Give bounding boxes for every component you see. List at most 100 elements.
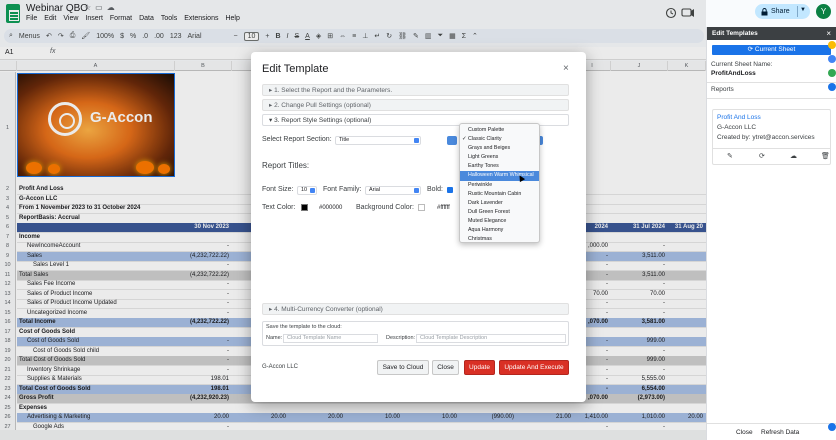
section-multi-currency[interactable]: ▸ 4. Multi-Currency Converter (optional)	[262, 303, 569, 315]
share-divider	[797, 6, 798, 17]
palette-option[interactable]: Muted Elegance	[460, 217, 539, 226]
avatar[interactable]: Y	[816, 4, 831, 19]
refresh-icon: ⟳	[747, 46, 755, 53]
report-titles-heading: Report Titles:	[262, 161, 310, 170]
app-window: Webinar QBO ☆▭☁ File Edit View Insert Fo…	[0, 0, 836, 440]
tasks-icon[interactable]	[828, 69, 836, 77]
lock-icon	[761, 7, 768, 15]
current-sheet-name-label: Current Sheet Name:	[711, 61, 773, 68]
palette-option-label: Rustic Mountain Cabin	[468, 190, 522, 197]
cloud-template-description-input[interactable]: Cloud Template Description	[416, 334, 566, 343]
font-size-label: Font Size:	[262, 186, 294, 193]
font-size-value: 10	[301, 187, 308, 193]
cloud-save-box: Save the template to the cloud: Name: Cl…	[262, 321, 569, 346]
contacts-icon[interactable]	[828, 83, 836, 91]
palette-option-label: Custom Palette	[468, 127, 505, 133]
text-color-input[interactable]: #000000	[319, 205, 342, 211]
palette-option[interactable]: Light Greens	[460, 153, 539, 162]
current-sheet-button[interactable]: ⟳ Current Sheet	[712, 45, 831, 55]
bold-label: Bold:	[427, 186, 443, 193]
share-label: Share	[771, 8, 790, 15]
reports-heading: Reports	[711, 86, 734, 93]
select-arrow-icon	[414, 138, 419, 143]
calendar-icon[interactable]	[828, 41, 836, 49]
current-sheet-label: Current Sheet	[754, 46, 796, 53]
background-color-input[interactable]: #ffffff	[437, 205, 450, 211]
bold-checkbox[interactable]	[447, 187, 453, 193]
checkmark-icon: ✓	[462, 136, 467, 143]
share-button[interactable]: Share ▼	[755, 4, 810, 19]
report-card[interactable]: Profit And Loss G-Accon LLC Created by: …	[712, 109, 831, 165]
report-created-by: Created by: ytret@accon.services	[717, 134, 815, 141]
report-company: G-Accon LLC	[717, 124, 757, 131]
palette-option[interactable]: Dark Lavender	[460, 199, 539, 208]
update-and-execute-button[interactable]: Update And Execute	[499, 360, 569, 375]
background-color-swatch[interactable]	[418, 204, 425, 211]
palette-option[interactable]: ✓ Classic Clarity	[460, 135, 539, 144]
name-label: Name:	[266, 335, 283, 341]
palette-option[interactable]: Halloween Warm Whimsical	[460, 171, 539, 181]
palette-option-label: Light Greens	[468, 154, 499, 161]
report-section-label: Select Report Section:	[262, 136, 332, 143]
divider	[707, 98, 836, 99]
divider	[713, 148, 830, 149]
section-label: 1. Select the Report and the Parameters.	[274, 87, 393, 94]
palette-option[interactable]: Periwinkle	[460, 181, 539, 190]
palette-option[interactable]: Aqua Harmony	[460, 226, 539, 235]
close-button[interactable]: Close	[432, 360, 459, 375]
font-family-label: Font Family:	[323, 186, 362, 193]
section-pull-settings[interactable]: ▸ 2. Change Pull Settings (optional)	[262, 99, 569, 111]
palette-option[interactable]: Grays and Beiges	[460, 144, 539, 153]
section-label: 2. Change Pull Settings (optional)	[274, 102, 371, 109]
divider	[707, 82, 836, 83]
report-name[interactable]: Profit And Loss	[717, 114, 761, 121]
panel-footer: Close Refresh Data	[707, 423, 836, 440]
text-color-label: Text Color:	[262, 204, 296, 211]
text-color-swatch[interactable]	[301, 204, 308, 211]
close-icon[interactable]: ×	[563, 63, 569, 74]
section-label: 4. Multi-Currency Converter (optional)	[274, 306, 383, 313]
select-arrow-icon	[310, 188, 315, 193]
update-button[interactable]: Update	[464, 360, 495, 375]
panel-title: Edit Templates	[707, 27, 836, 40]
palette-option-label: Grays and Beiges	[468, 145, 511, 152]
refresh-icon[interactable]: ⟳	[759, 152, 765, 160]
edit-templates-panel: Edit Templates × ⟳ Current Sheet Current…	[706, 27, 836, 440]
palette-option[interactable]: Earthy Tones	[460, 162, 539, 171]
font-family-select[interactable]: Arial	[365, 186, 421, 195]
save-to-cloud-button[interactable]: Save to Cloud	[377, 360, 429, 375]
palette-option[interactable]: Custom Palette	[460, 126, 539, 135]
edit-icon[interactable]: ✎	[727, 152, 733, 160]
font-size-select[interactable]: 10	[297, 186, 317, 195]
palette-option[interactable]: Dull Green Forest	[460, 208, 539, 217]
section-label: 3. Report Style Settings (optional)	[274, 117, 372, 124]
palette-option[interactable]: Christmas	[460, 235, 539, 244]
refresh-data-button[interactable]: Refresh Data	[761, 427, 799, 438]
dialog-title: Edit Template	[262, 63, 329, 75]
panel-close-button[interactable]: Close	[736, 427, 753, 438]
palette-option-label: Periwinkle	[468, 181, 493, 188]
palette-select-button[interactable]	[447, 136, 457, 145]
background-color-label: Background Color:	[356, 204, 414, 211]
palette-option-label: Dull Green Forest	[468, 208, 510, 215]
footer-brand: G-Accon LLC	[262, 364, 299, 370]
report-section-select[interactable]: Title	[335, 136, 421, 145]
cloud-save-title: Save the template to the cloud:	[266, 324, 342, 330]
keep-icon[interactable]	[828, 55, 836, 63]
cloud-template-name-input[interactable]: Cloud Template Name	[283, 334, 378, 343]
chevron-down-icon[interactable]: ▼	[800, 7, 806, 13]
select-arrow-icon	[414, 188, 419, 193]
section-select-report[interactable]: ▸ 1. Select the Report and the Parameter…	[262, 84, 569, 96]
palette-option-label: Earthy Tones	[468, 163, 499, 170]
palette-option-label: Dark Lavender	[468, 199, 503, 206]
current-sheet-name-value: ProfitAndLoss	[711, 70, 756, 77]
palette-dropdown: Custom Palette ✓ Classic Clarity Grays and …	[459, 123, 540, 243]
font-family-value: Arial	[369, 187, 381, 193]
palette-option[interactable]: Rustic Mountain Cabin	[460, 190, 539, 199]
description-label: Description:	[386, 335, 416, 341]
palette-option-label: Christmas	[468, 236, 492, 243]
cloud-upload-icon[interactable]: ☁	[790, 152, 797, 160]
palette-option-label: Classic Clarity	[468, 136, 502, 143]
side-rail	[828, 27, 836, 440]
explore-icon[interactable]	[828, 423, 836, 431]
